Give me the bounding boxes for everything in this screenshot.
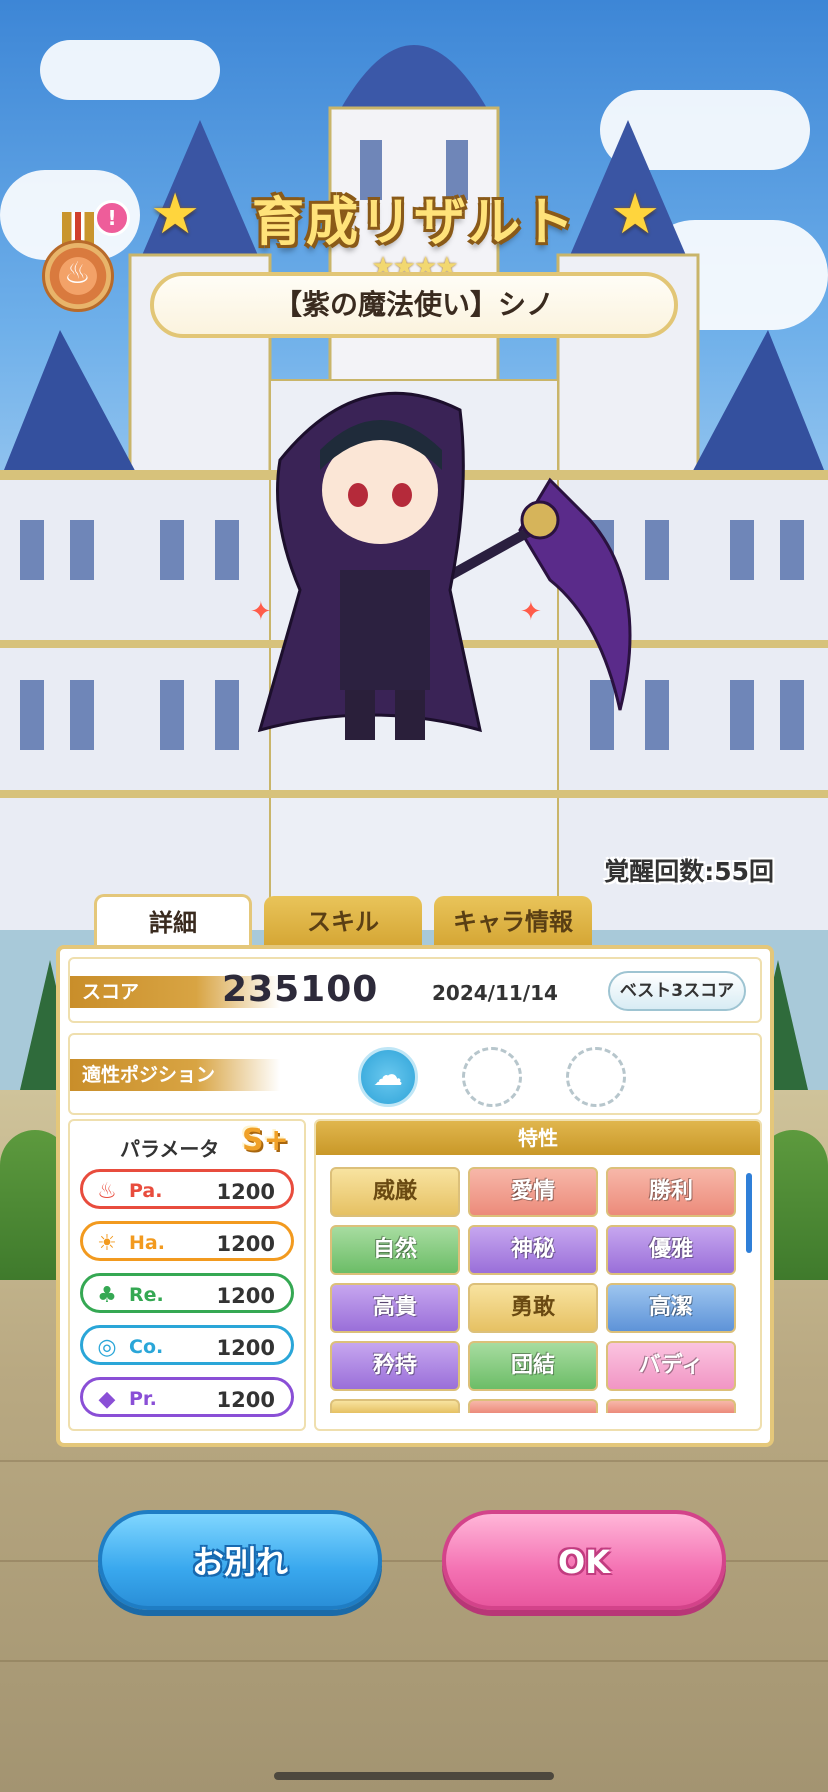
ok-button[interactable]: OK bbox=[442, 1510, 726, 1610]
trait-chip[interactable]: 高潔 bbox=[606, 1283, 736, 1333]
diamond-icon: ◆ bbox=[98, 1387, 116, 1412]
sun-icon: ☀ bbox=[97, 1231, 117, 1256]
score-date: 2024/11/14 bbox=[432, 981, 558, 1005]
param-re: ♣ Re. 1200 bbox=[80, 1273, 294, 1313]
param-pa: ♨ Pa. 1200 bbox=[80, 1169, 294, 1209]
trait-chip[interactable]: バディ bbox=[606, 1341, 736, 1391]
param-label: Co. bbox=[129, 1336, 164, 1358]
trait-chip-partial[interactable] bbox=[606, 1399, 736, 1413]
param-value: 1200 bbox=[216, 1284, 275, 1308]
trait-chip[interactable]: 優雅 bbox=[606, 1225, 736, 1275]
param-value: 1200 bbox=[216, 1180, 275, 1204]
character-name-plate: 【紫の魔法使い】シノ bbox=[150, 272, 678, 338]
param-ha: ☀ Ha. 1200 bbox=[80, 1221, 294, 1261]
param-pr: ◆ Pr. 1200 bbox=[80, 1377, 294, 1417]
position-empty-slot bbox=[462, 1047, 522, 1107]
best-3-score-button[interactable]: ベスト3スコア bbox=[608, 971, 746, 1011]
trait-chip[interactable]: 神秘 bbox=[468, 1225, 598, 1275]
floor-line bbox=[0, 1460, 828, 1462]
param-value: 1200 bbox=[216, 1336, 275, 1360]
trait-chip[interactable]: 矜持 bbox=[330, 1341, 460, 1391]
trait-chip[interactable]: 勝利 bbox=[606, 1167, 736, 1217]
farewell-button[interactable]: お別れ bbox=[98, 1510, 382, 1610]
trait-chip[interactable]: 自然 bbox=[330, 1225, 460, 1275]
trait-scrollbar[interactable] bbox=[746, 1173, 752, 1253]
trait-chip-partial[interactable] bbox=[468, 1399, 598, 1413]
tab-details[interactable]: 詳細 bbox=[94, 894, 252, 950]
trait-chip[interactable]: 勇敢 bbox=[468, 1283, 598, 1333]
character-illustration: ✦ ✦ bbox=[250, 391, 632, 740]
position-cloud-icon: ☁ bbox=[358, 1047, 418, 1107]
trait-chip[interactable]: 団結 bbox=[468, 1341, 598, 1391]
param-label: Pa. bbox=[129, 1180, 163, 1202]
param-label: Ha. bbox=[129, 1232, 165, 1254]
param-value: 1200 bbox=[216, 1232, 275, 1256]
trait-chip-partial[interactable] bbox=[330, 1399, 460, 1413]
param-label: Re. bbox=[129, 1284, 164, 1306]
floor-line bbox=[0, 1660, 828, 1662]
param-co: ◎ Co. 1200 bbox=[80, 1325, 294, 1365]
position-row: 適性ポジション ☁ bbox=[68, 1033, 762, 1115]
parameter-rank: S+ bbox=[242, 1123, 289, 1158]
home-indicator[interactable] bbox=[274, 1772, 554, 1780]
parameter-title: パラメータ bbox=[120, 1137, 220, 1161]
detail-panel: スコア 235100 2024/11/14 ベスト3スコア 適性ポジション ☁ … bbox=[56, 945, 774, 1447]
trait-chip[interactable]: 愛情 bbox=[468, 1167, 598, 1217]
parameter-box: パラメータ S+ ♨ Pa. 1200 ☀ Ha. 1200 ♣ Re. 120… bbox=[68, 1119, 306, 1431]
param-value: 1200 bbox=[216, 1388, 275, 1412]
flame-icon: ♨ bbox=[97, 1179, 117, 1204]
trait-chip[interactable]: 高貴 bbox=[330, 1283, 460, 1333]
trait-box[interactable]: 特性 威厳 愛情 勝利 自然 神秘 優雅 高貴 勇敢 高潔 矜持 団結 バディ bbox=[314, 1119, 762, 1431]
score-row: スコア 235100 2024/11/14 ベスト3スコア bbox=[68, 957, 762, 1023]
svg-text:✦: ✦ bbox=[520, 597, 542, 627]
trait-header: 特性 bbox=[316, 1121, 760, 1155]
position-empty-slot bbox=[566, 1047, 626, 1107]
clover-icon: ♣ bbox=[97, 1283, 117, 1308]
svg-text:✦: ✦ bbox=[250, 597, 272, 627]
tab-character-info[interactable]: キャラ情報 bbox=[434, 896, 592, 948]
score-value: 235100 bbox=[222, 969, 379, 1010]
awaken-count: 覚醒回数:55回 bbox=[604, 857, 774, 886]
trait-chip[interactable]: 威厳 bbox=[330, 1167, 460, 1217]
tab-skills[interactable]: スキル bbox=[264, 896, 422, 948]
position-label: 適性ポジション bbox=[70, 1059, 280, 1091]
param-label: Pr. bbox=[129, 1388, 157, 1410]
swirl-icon: ◎ bbox=[97, 1335, 117, 1360]
notification-badge: ! bbox=[94, 200, 130, 236]
